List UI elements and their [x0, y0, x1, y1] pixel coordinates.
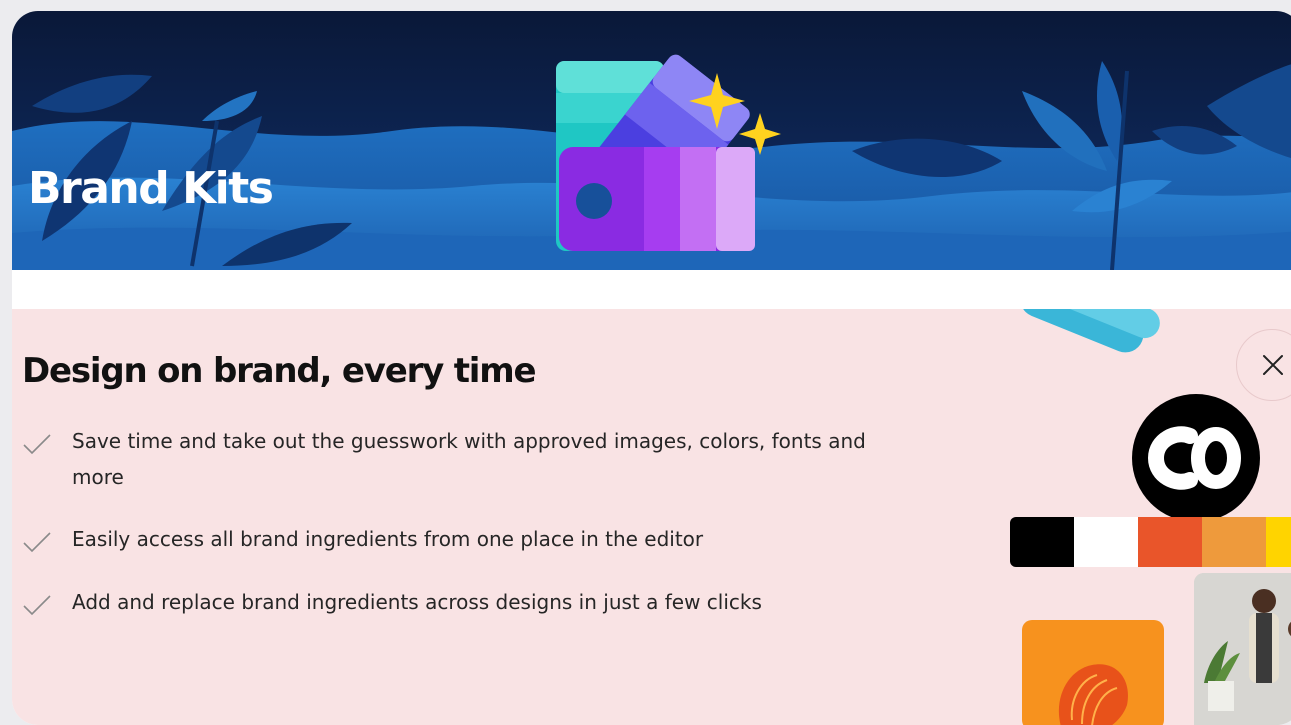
- feature-item: Save time and take out the guesswork wit…: [22, 423, 922, 495]
- brand-logo: [1132, 394, 1260, 522]
- blue-shape-decoration: [1020, 309, 1160, 353]
- feature-text: Save time and take out the guesswork wit…: [72, 429, 866, 489]
- brand-image-people: [1194, 573, 1291, 725]
- brand-image-orange: [1022, 620, 1164, 725]
- close-button[interactable]: [1236, 329, 1291, 401]
- promo-heading: Design on brand, every time: [22, 351, 537, 391]
- feature-text: Easily access all brand ingredients from…: [72, 527, 704, 551]
- feature-text: Add and replace brand ingredients across…: [72, 590, 762, 614]
- check-icon: [22, 423, 72, 495]
- color-swatch: [1010, 517, 1074, 567]
- brand-kit-promo-panel: Design on brand, every time Save time an…: [12, 309, 1291, 725]
- page-title: Brand Kits: [28, 163, 274, 214]
- check-icon: [22, 521, 72, 561]
- feature-item: Add and replace brand ingredients across…: [22, 584, 922, 624]
- brand-kits-card: Brand Kits Design on brand, every time S…: [12, 11, 1291, 725]
- check-icon: [22, 584, 72, 624]
- brand-color-palette: [1010, 517, 1291, 567]
- color-swatch: [1266, 517, 1291, 567]
- feature-item: Easily access all brand ingredients from…: [22, 521, 922, 561]
- color-swatch: [1138, 517, 1202, 567]
- banner-illustration: [12, 11, 1291, 270]
- color-swatch: [1202, 517, 1266, 567]
- color-swatch: [1074, 517, 1138, 567]
- brand-kits-banner: Brand Kits: [12, 11, 1291, 270]
